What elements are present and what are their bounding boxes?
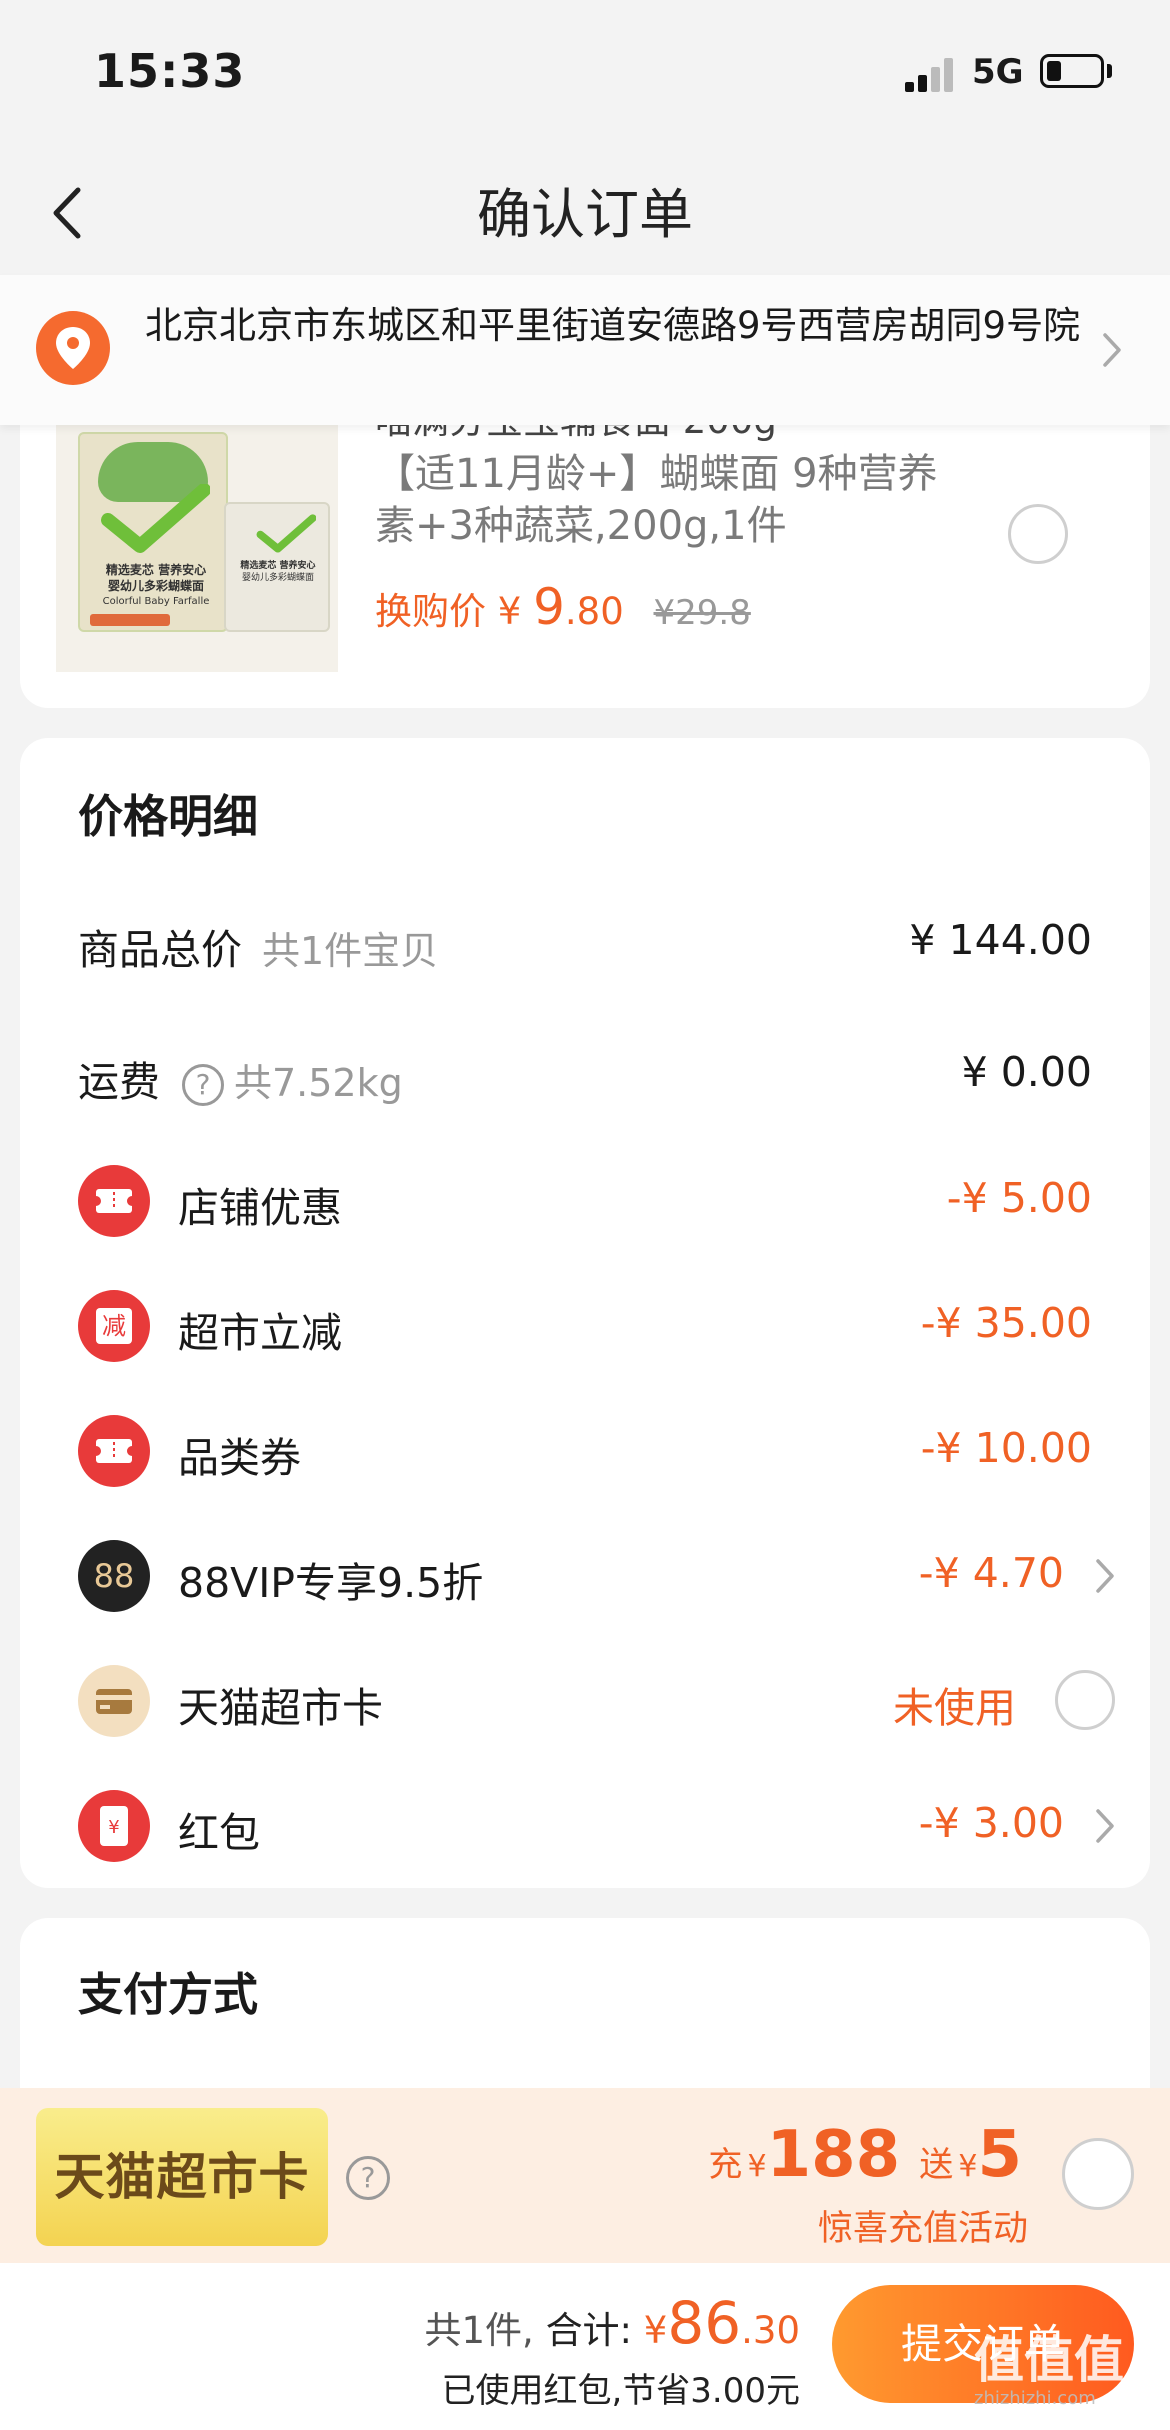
discount-label: 天猫超市卡 [178,1684,383,1732]
chevron-right-icon [1100,330,1124,370]
package-strip [90,614,170,626]
price-int: 9 [533,578,565,636]
reduce-icon-text: 减 [96,1308,132,1344]
help-icon[interactable]: ? [346,2156,390,2200]
red-packet-icon-text: ¥ [100,1806,128,1846]
address-bar[interactable]: 北京北京市东城区和平里街道安德路9号西营房胡同9号院 [0,275,1170,425]
package-label-en: Colorful Baby Farfalle [102,596,210,607]
tmall-card-status: 未使用 [893,1684,1016,1732]
recharge-offer: 充 ¥188 送 ¥5 [708,2118,1022,2192]
product-price: 换购价 ¥ 9.80 ¥29.8 [375,578,751,636]
nav-bar: 确认订单 [0,150,1170,275]
product-image[interactable]: 精选麦芯 营养安心 婴幼儿多彩蝴蝶面 Colorful Baby Farfall… [56,420,338,672]
discount-amount: -¥ 10.00 [920,1424,1092,1472]
battery-icon [1040,54,1104,88]
network-label: 5G [972,52,1024,92]
goods-total-text: 商品总价 [78,926,242,974]
charge-amount: 188 [766,2118,901,2192]
price-detail-card: 价格明细 商品总价 共1件宝贝 ¥ 144.00 运费? 共7.52kg ¥ 0.0… [20,738,1150,1888]
goods-count: 共1件宝贝 [262,929,439,973]
price-label: 换购价 [375,590,486,633]
total-line: 共1件, 合计: ¥86.30 [424,2289,800,2357]
discount-amount: -¥ 3.00 [918,1799,1064,1847]
discount-label: 超市立减 [178,1309,342,1357]
package-small-label: 精选麦芯 营养安心 婴幼儿多彩蝴蝶面 [230,560,326,584]
discount-label: 店铺优惠 [178,1184,342,1232]
tmall-card-radio[interactable] [1055,1670,1115,1730]
tmall-card-logo: 天猫超市卡 [36,2108,328,2246]
shipping-label: 运费? 共7.52kg [78,1048,403,1108]
recharge-radio[interactable] [1062,2138,1134,2210]
original-price: ¥29.8 [653,593,751,633]
shipping-amount: ¥ 0.00 [961,1048,1092,1096]
total-amount: ¥86.30 [643,2289,800,2357]
payment-title: 支付方式 [78,1968,259,2021]
charge-label: 充 [708,2145,743,2185]
package-label-main: 精选麦芯 营养安心 [105,563,207,577]
goods-total-amount: ¥ 144.00 [909,916,1092,964]
discount-label: 88VIP专享9.5折 [178,1559,484,1607]
price-currency: ¥ [497,590,522,633]
page-title: 确认订单 [477,183,693,246]
status-time: 15:33 [94,44,246,98]
price-dec: .80 [564,590,624,633]
category-coupon-icon [78,1415,150,1487]
help-icon[interactable]: ? [182,1064,224,1106]
store-coupon-icon [78,1165,150,1237]
watermark-sub: zhizhizhi.com [974,2388,1096,2409]
package-small: 精选麦芯 营养安心 婴幼儿多彩蝴蝶面 [224,502,330,632]
watermark-text: 值值值 [974,2331,1124,2389]
shipping-text: 运费 [78,1058,160,1106]
package-label: 精选麦芯 营养安心 婴幼儿多彩蝴蝶面 Colorful Baby Farfall… [86,562,226,610]
chevron-right-icon [1093,1556,1117,1596]
status-bar: 15:33 5G [0,0,1170,150]
total-label: 合计: [545,2309,633,2352]
address-text: 北京北京市东城区和平里街道安德路9号西营房胡同9号院 [145,304,1081,347]
vip88-icon: 88 [78,1540,150,1612]
total-currency: ¥ [643,2309,668,2352]
location-pin-icon [36,311,110,385]
recharge-activity-label: 惊喜充值活动 [817,2209,1028,2249]
gift-label: 送 [919,2145,954,2185]
discount-amount: -¥ 35.00 [920,1299,1092,1347]
checkmark-icon-small [256,514,316,553]
discount-amount: -¥ 5.00 [946,1174,1092,1222]
battery-cap [1107,64,1112,78]
package-small-label-main: 精选麦芯 营养安心 [240,561,316,571]
price-detail-title: 价格明细 [78,790,259,843]
package-label-sub: 婴幼儿多彩蝴蝶面 [107,579,204,593]
gift-amount: 5 [977,2118,1022,2192]
gift-currency: ¥ [958,2149,978,2184]
discount-amount: -¥ 4.70 [918,1549,1064,1597]
checkmark-icon [101,484,210,553]
savings-text: 已使用红包,节省3.00元 [441,2371,800,2411]
discount-label: 红包 [178,1809,260,1857]
watermark: 值值值 zhizhizhi.com [974,2332,1164,2422]
red-packet-icon: ¥ [78,1790,150,1862]
chevron-right-icon [1093,1806,1117,1846]
goods-total-label: 商品总价 共1件宝贝 [78,916,438,976]
product-select-radio[interactable] [1008,504,1068,564]
charge-currency: ¥ [747,2149,767,2184]
signal-icon [905,56,955,92]
tmall-card-icon [78,1665,150,1737]
discount-label: 品类券 [178,1434,301,1482]
package-small-label-sub: 婴幼儿多彩蝴蝶面 [241,573,314,583]
reduce-icon: 减 [78,1290,150,1362]
shipping-weight: 共7.52kg [234,1061,403,1105]
recharge-promo-banner[interactable]: 天猫超市卡 ? 充 ¥188 送 ¥5 惊喜充值活动 [0,2088,1170,2263]
product-description: 【适11月龄+】蝴蝶面 9种营养素+3种蔬菜,200g,1件 [375,451,938,549]
package-main: 精选麦芯 营养安心 婴幼儿多彩蝴蝶面 Colorful Baby Farfall… [78,432,228,632]
total-dec: .30 [741,2309,800,2352]
total-int: 86 [667,2289,742,2357]
item-count: 共1件, [424,2309,534,2352]
